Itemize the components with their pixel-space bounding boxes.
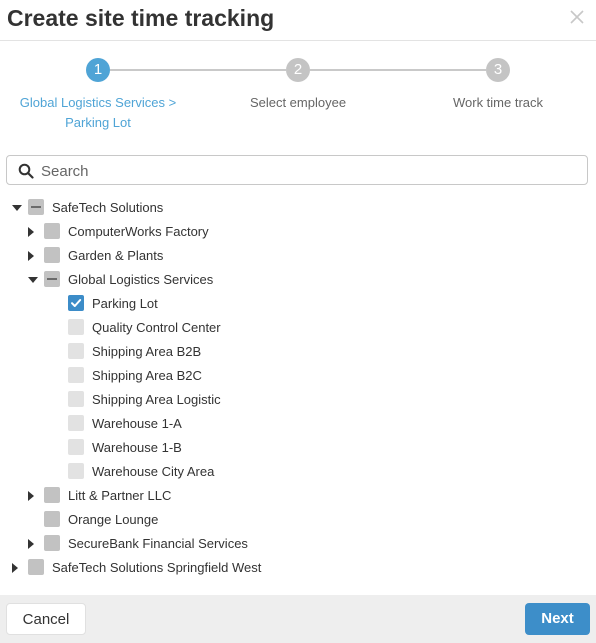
tree-row[interactable]: Warehouse 1-A: [0, 412, 596, 436]
tree-checkbox[interactable]: [44, 271, 60, 287]
search-box: [6, 155, 588, 185]
tree-checkbox: [68, 463, 84, 479]
tree-label: Garden & Plants: [68, 248, 164, 263]
tree-checkbox[interactable]: [28, 199, 44, 215]
tree-checkbox: [68, 439, 84, 455]
tree-label: Shipping Area B2C: [92, 368, 202, 383]
step-label-line: Parking Lot: [65, 115, 131, 130]
caret-right-icon[interactable]: [12, 563, 18, 573]
cancel-button[interactable]: Cancel: [6, 603, 86, 635]
tree-label: SecureBank Financial Services: [68, 536, 248, 551]
tree-row[interactable]: Shipping Area B2C: [0, 364, 596, 388]
tree-label: Orange Lounge: [68, 512, 159, 527]
tree-checkbox[interactable]: [68, 295, 84, 311]
search-icon: [18, 163, 34, 179]
tree-checkbox[interactable]: [28, 559, 44, 575]
tree-row[interactable]: SafeTech Solutions: [0, 196, 596, 220]
tree-label: Quality Control Center: [92, 320, 221, 335]
tree-row[interactable]: Garden & Plants: [0, 244, 596, 268]
tree-row[interactable]: ComputerWorks Factory: [0, 220, 596, 244]
tree-label: Shipping Area Logistic: [92, 392, 221, 407]
caret-down-icon[interactable]: [12, 205, 22, 211]
step-connector: [110, 69, 286, 71]
close-icon[interactable]: [568, 8, 586, 26]
caret-down-icon[interactable]: [28, 277, 38, 283]
step-label: Work time track: [408, 93, 588, 113]
dialog-footer: Cancel Next: [0, 595, 596, 643]
step-label-line: Global Logistics Services >: [19, 95, 177, 110]
tree-label: Litt & Partner LLC: [68, 488, 172, 503]
tree-label: SafeTech Solutions: [52, 200, 164, 215]
step-number: 1: [86, 58, 110, 82]
tree-checkbox: [68, 367, 84, 383]
stepper: 1 Global Logistics Services > Parking Lo…: [0, 58, 596, 138]
step-label-line: Work time track: [452, 95, 544, 110]
dialog-header: Create site time tracking: [0, 0, 596, 41]
tree-label: Warehouse City Area: [92, 464, 215, 479]
caret-right-icon[interactable]: [28, 227, 34, 237]
tree-row[interactable]: Warehouse City Area: [0, 460, 596, 484]
dialog-title: Create site time tracking: [7, 5, 275, 31]
search-input[interactable]: [39, 159, 583, 183]
tree-label: Warehouse 1-B: [92, 440, 182, 455]
tree-checkbox: [68, 391, 84, 407]
tree-checkbox[interactable]: [44, 511, 60, 527]
tree-row[interactable]: SecureBank Financial Services: [0, 532, 596, 556]
create-site-time-tracking-dialog: Create site time tracking 1 Global Logis…: [0, 0, 596, 643]
tree-checkbox[interactable]: [44, 223, 60, 239]
step-label-line: Select employee: [249, 95, 347, 110]
tree-row[interactable]: Global Logistics Services: [0, 268, 596, 292]
caret-right-icon[interactable]: [28, 491, 34, 501]
tree-row[interactable]: Orange Lounge: [0, 508, 596, 532]
tree-label: Warehouse 1-A: [92, 416, 182, 431]
checkmark-icon: [71, 299, 82, 307]
tree-row[interactable]: Litt & Partner LLC: [0, 484, 596, 508]
step-number: 2: [286, 58, 310, 82]
step-label: Global Logistics Services > Parking Lot: [8, 93, 188, 133]
tree-label: Global Logistics Services: [68, 272, 214, 287]
tree-checkbox[interactable]: [44, 487, 60, 503]
tree-label: Parking Lot: [92, 296, 158, 311]
tree-checkbox[interactable]: [44, 535, 60, 551]
caret-right-icon[interactable]: [28, 251, 34, 261]
tree-row[interactable]: Warehouse 1-B: [0, 436, 596, 460]
tree-row[interactable]: Shipping Area Logistic: [0, 388, 596, 412]
next-button[interactable]: Next: [525, 603, 590, 635]
tree-label: ComputerWorks Factory: [68, 224, 209, 239]
tree-label: Shipping Area B2B: [92, 344, 202, 359]
tree-row[interactable]: Shipping Area B2B: [0, 340, 596, 364]
tree-checkbox: [68, 415, 84, 431]
caret-right-icon[interactable]: [28, 539, 34, 549]
step-connector: [310, 69, 486, 71]
tree-checkbox: [68, 319, 84, 335]
tree-row[interactable]: Quality Control Center: [0, 316, 596, 340]
tree-row[interactable]: Parking Lot: [0, 292, 596, 316]
tree-row[interactable]: SafeTech Solutions Springfield West: [0, 556, 596, 580]
tree-checkbox: [68, 343, 84, 359]
step-label: Select employee: [208, 93, 388, 113]
step-number: 3: [486, 58, 510, 82]
tree-label: SafeTech Solutions Springfield West: [52, 560, 262, 575]
tree-checkbox[interactable]: [44, 247, 60, 263]
